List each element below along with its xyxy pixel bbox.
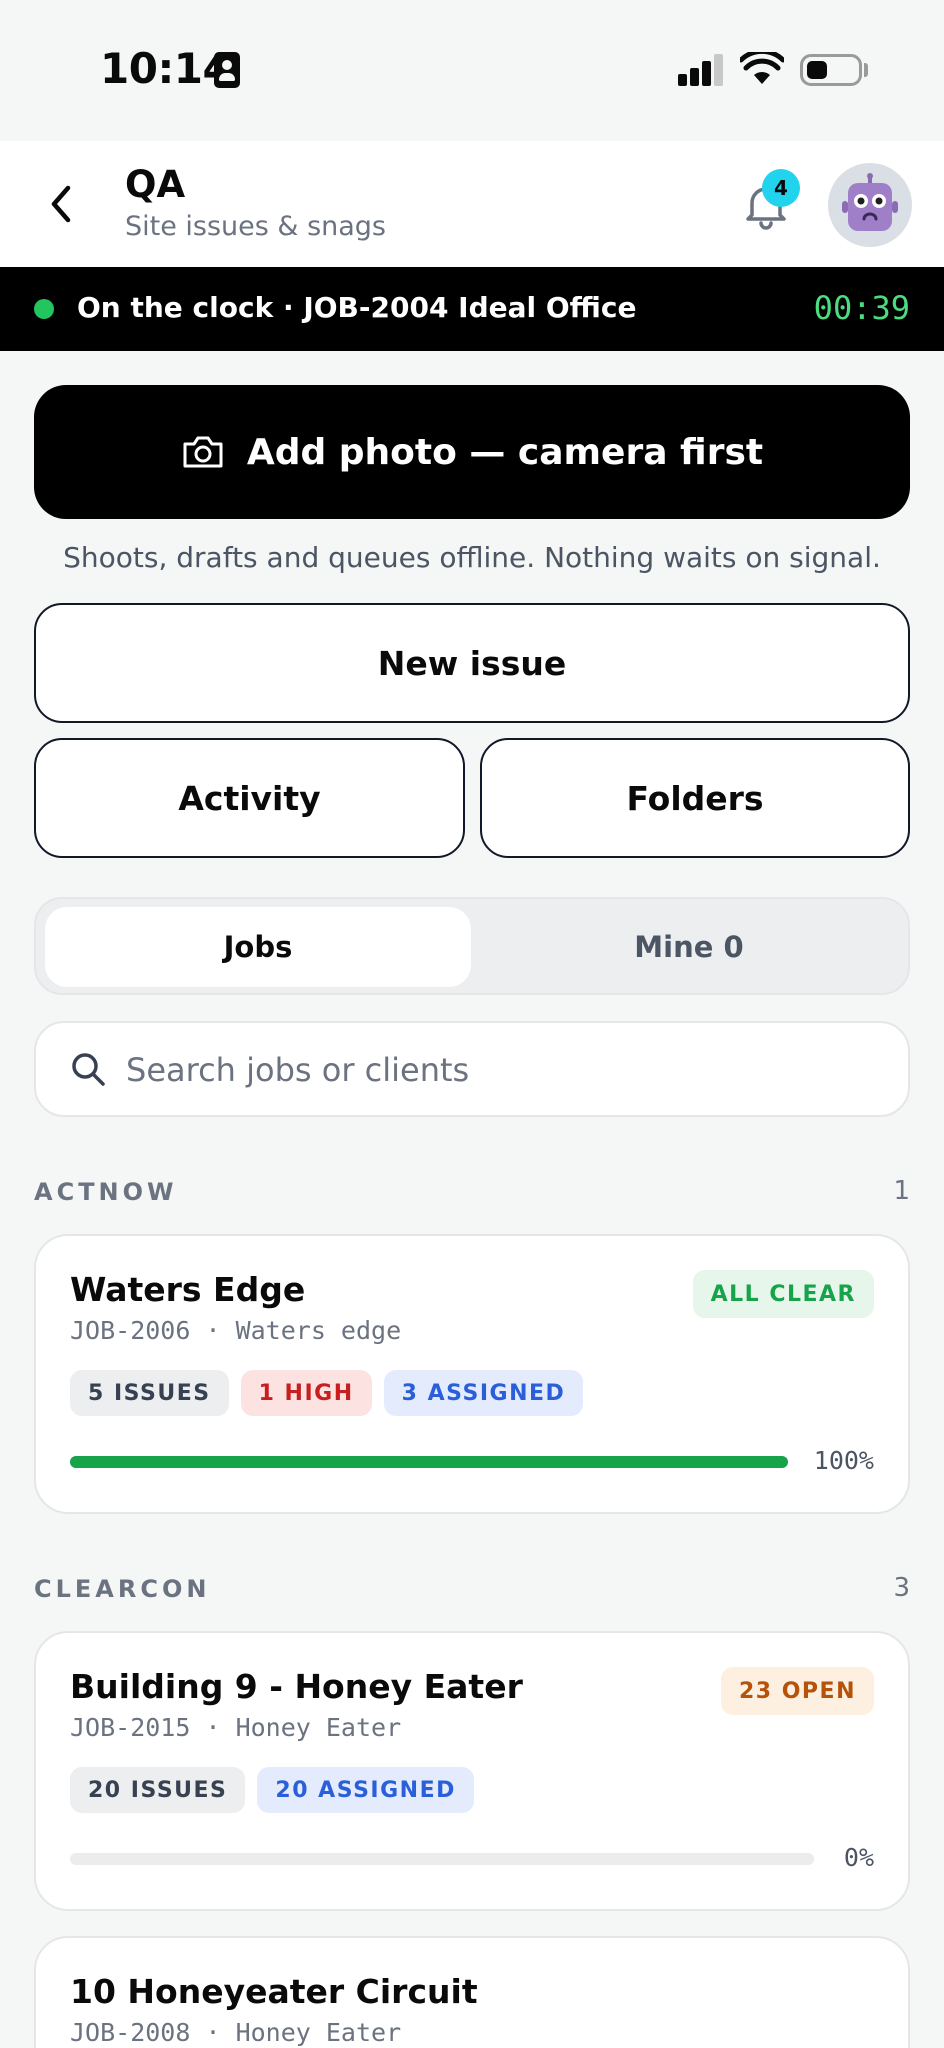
progress-label: 0%: [843, 1843, 874, 1872]
folders-label: Folders: [626, 778, 764, 818]
job-card-waters-edge[interactable]: Waters Edge JOB-2006 · Waters edge ALL C…: [34, 1234, 910, 1514]
search-icon: [72, 1053, 105, 1086]
search-box: [34, 1021, 910, 1117]
search-input[interactable]: [126, 1043, 886, 1097]
status-bar: 10:14: [0, 0, 944, 141]
progress-bar: [70, 1853, 814, 1865]
assigned-count-tag: 20 ASSIGNED: [257, 1767, 474, 1813]
progress-fill: [70, 1456, 788, 1468]
status-badge: ALL CLEAR: [692, 1270, 874, 1318]
app-header: QA Site issues & snags 4: [0, 141, 944, 267]
issues-count-tag: 5 ISSUES: [70, 1370, 229, 1416]
avatar[interactable]: [828, 163, 912, 247]
status-badge: 23 OPEN: [720, 1667, 874, 1715]
folders-button[interactable]: Folders: [480, 738, 910, 858]
group-count-actnow: 1: [893, 1176, 910, 1206]
clock-job-text: On the clock · JOB-2004 Ideal Office: [77, 291, 637, 324]
job-card-10-honeyeater-circuit[interactable]: 10 Honeyeater Circuit JOB-2008 · Honey E…: [34, 1936, 910, 2048]
cellular-signal-icon: [678, 54, 724, 86]
tab-mine[interactable]: Mine 0: [476, 907, 902, 987]
robot-avatar-icon: [842, 173, 898, 231]
clock-timer: 00:39: [813, 289, 910, 327]
clock-status-dot: [34, 299, 54, 319]
new-issue-label: New issue: [377, 643, 567, 683]
on-the-clock-bar[interactable]: On the clock · JOB-2004 Ideal Office 00:…: [0, 267, 944, 351]
assigned-count-tag: 3 ASSIGNED: [383, 1370, 584, 1416]
wifi-icon: [740, 52, 784, 84]
chevron-left-icon: [51, 185, 71, 223]
group-label-actnow: ACTNOW: [34, 1178, 178, 1206]
page-subtitle: Site issues & snags: [125, 211, 386, 242]
tab-jobs-label: Jobs: [223, 930, 293, 964]
job-card-building-9[interactable]: Building 9 - Honey Eater JOB-2015 · Hone…: [34, 1631, 910, 1911]
tab-mine-label: Mine 0: [634, 930, 744, 964]
group-count-clearcon: 3: [893, 1573, 910, 1603]
back-button[interactable]: [36, 179, 86, 229]
job-meta: JOB-2008 · Honey Eater: [70, 2018, 402, 2047]
job-tags: 5 ISSUES 1 HIGH 3 ASSIGNED: [70, 1370, 584, 1416]
job-tags: 20 ISSUES 20 ASSIGNED: [70, 1767, 474, 1813]
progress-label: 100%: [813, 1446, 874, 1475]
tab-jobs[interactable]: Jobs: [45, 907, 471, 987]
add-photo-label: Add photo — camera first: [246, 431, 764, 473]
new-issue-button[interactable]: New issue: [34, 603, 910, 723]
job-title: Waters Edge: [70, 1270, 306, 1309]
job-meta: JOB-2006 · Waters edge: [70, 1316, 402, 1345]
group-label-clearcon: CLEARCON: [34, 1575, 211, 1603]
activity-button[interactable]: Activity: [34, 738, 465, 858]
high-priority-tag: 1 HIGH: [240, 1370, 372, 1416]
progress-bar: [70, 1456, 788, 1468]
id-card-icon: [214, 52, 240, 88]
notification-count-badge: 4: [762, 169, 800, 207]
job-title: 10 Honeyeater Circuit: [70, 1972, 478, 2011]
issues-count-tag: 20 ISSUES: [70, 1767, 246, 1813]
status-time: 10:14: [100, 44, 232, 93]
activity-label: Activity: [178, 778, 321, 818]
add-photo-button[interactable]: Add photo — camera first: [34, 385, 910, 519]
camera-icon: [183, 436, 223, 468]
jobs-mine-segmented-control: Jobs Mine 0: [34, 897, 910, 995]
job-meta: JOB-2015 · Honey Eater: [70, 1713, 402, 1742]
offline-hint: Shoots, drafts and queues offline. Nothi…: [63, 541, 881, 574]
page-title: QA: [125, 163, 186, 206]
job-title: Building 9 - Honey Eater: [70, 1667, 523, 1706]
battery-nub: [864, 63, 868, 77]
battery-icon: [800, 54, 862, 86]
